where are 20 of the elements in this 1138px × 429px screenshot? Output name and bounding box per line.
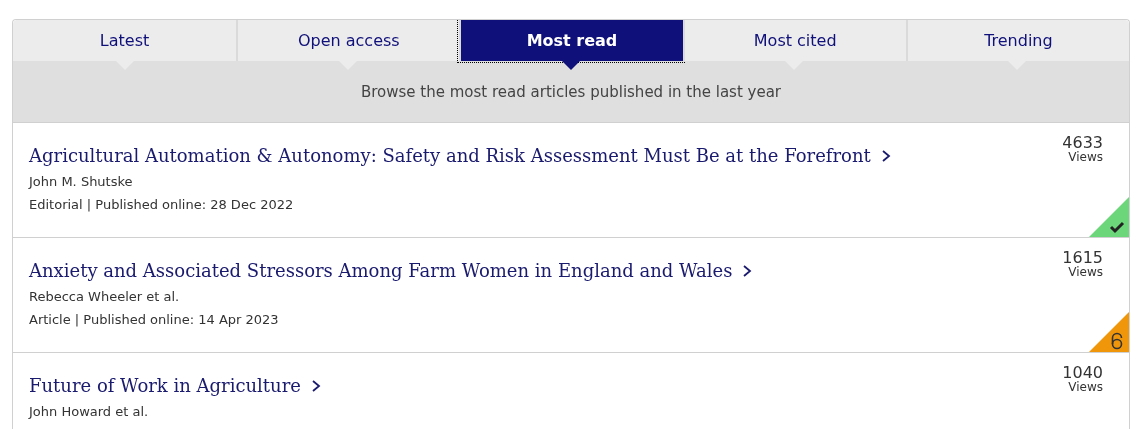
article-authors: John Howard et al.	[29, 404, 150, 419]
views-label: Views	[1068, 381, 1103, 393]
article-title-link[interactable]: Future of Work in Agriculture	[29, 375, 301, 396]
view-count: 1040	[1062, 365, 1103, 381]
article-title-link[interactable]: Agricultural Automation & Autonomy: Safety and Risk Assessment Must Be at the Forefront	[29, 145, 871, 166]
article-authors: Rebecca Wheeler et al.	[29, 289, 181, 304]
article-meta: Editorial | Published online: 28 Dec 2022	[29, 197, 295, 212]
view-count: 1615	[1062, 250, 1103, 266]
view-count: 4633	[1062, 135, 1103, 151]
chevron-icon	[880, 149, 891, 162]
article-meta: Article | Published online: 14 Apr 2023	[29, 312, 280, 327]
views-label: Views	[1068, 266, 1103, 278]
article-title-link[interactable]: Anxiety and Associated Stressors Among Farm Women in England and Wales	[29, 260, 733, 281]
tab[interactable]: Latest	[13, 20, 237, 61]
article-authors: John M. Shutske	[29, 174, 134, 189]
tab[interactable]: Most read	[459, 20, 683, 61]
chevron-icon	[742, 264, 753, 277]
views-label: Views	[1068, 151, 1103, 163]
banner-text: Browse the most read articles published in the last year	[13, 61, 1129, 123]
chevron-icon	[310, 379, 321, 392]
